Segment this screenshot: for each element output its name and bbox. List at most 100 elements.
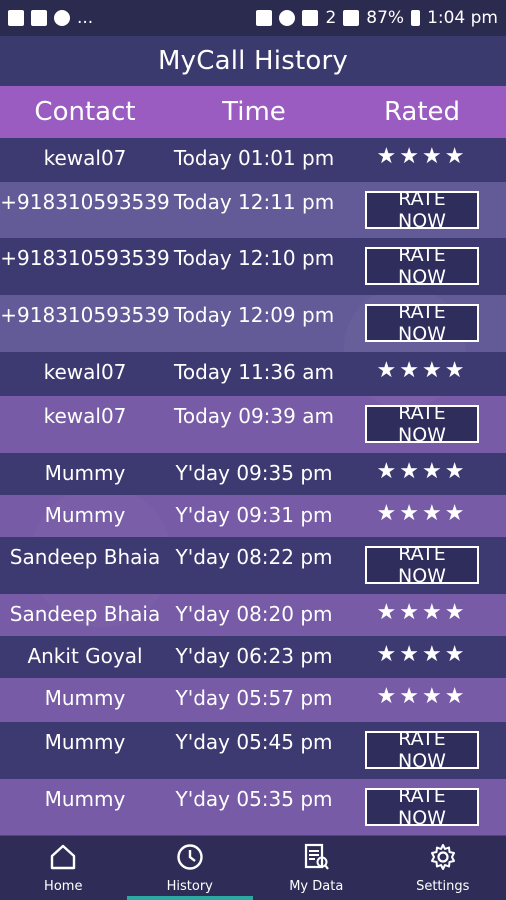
clock-time: 1:04 pm (427, 8, 498, 28)
call-time: Today 12:09 pm (173, 303, 335, 327)
call-time: Today 12:11 pm (173, 190, 335, 214)
nav-label: Settings (416, 879, 470, 894)
rating-cell: ★★★★ (338, 453, 506, 484)
nav-item-history[interactable]: History (126, 836, 254, 900)
contact-name: Mummy (44, 461, 126, 485)
call-time: Y'day 08:20 pm (175, 602, 333, 626)
wifi-icon (302, 10, 319, 26)
rate-now-button[interactable]: RATE NOW (365, 728, 479, 772)
contact-name: kewal07 (43, 404, 127, 428)
call-time: Y'day 06:23 pm (175, 644, 333, 668)
contact-name: Mummy (44, 730, 126, 754)
call-row[interactable]: Mummy Y'day 09:35 pm ★★★★ (0, 453, 506, 495)
call-time: Y'day 09:31 pm (175, 503, 333, 527)
rate-now-button[interactable]: RATE NOW (365, 402, 479, 446)
rating-cell: ★★★★ (338, 352, 506, 383)
rating-stars: ★★★★ (376, 358, 468, 383)
rating-stars: ★★★★ (376, 501, 468, 526)
rate-now-button[interactable]: RATE NOW (365, 188, 479, 232)
nav-label: History (166, 879, 213, 894)
rating-cell: ★★★★ (338, 636, 506, 667)
call-row[interactable]: Ankit Goyal Y'day 06:23 pm ★★★★ (0, 636, 506, 678)
rating-cell: RATE NOW (338, 396, 506, 446)
page-title: MyCall History (158, 46, 348, 76)
sim-indicator: 2 (325, 8, 337, 28)
rating-cell: RATE NOW (338, 537, 506, 587)
home-icon (48, 842, 78, 879)
rating-stars: ★★★★ (376, 144, 468, 169)
column-contact: Contact (34, 97, 136, 127)
call-row[interactable]: Mummy Y'day 09:31 pm ★★★★ (0, 495, 506, 537)
rate-now-button[interactable]: RATE NOW (365, 785, 479, 829)
call-row[interactable]: +918310593539 Today 12:09 pm RATE NOW (0, 295, 506, 352)
rating-cell: RATE NOW (338, 295, 506, 345)
call-row[interactable]: Sandeep Bhaia Y'day 08:22 pm RATE NOW (0, 537, 506, 594)
contact-name: Sandeep Bhaia (9, 545, 161, 569)
data-document-icon (301, 842, 331, 879)
nav-item-settings[interactable]: Settings (380, 836, 506, 900)
call-row[interactable]: Sandeep Bhaia Y'day 08:20 pm ★★★★ (0, 594, 506, 636)
call-time: Y'day 05:57 pm (175, 686, 333, 710)
clock-icon (175, 842, 205, 879)
call-time: Today 01:01 pm (173, 146, 335, 170)
nav-label: My Data (289, 879, 344, 894)
gear-icon (428, 842, 458, 879)
status-bar: ... 2 87% 1:04 pm (0, 0, 506, 36)
app-title-bar: MyCall History (0, 36, 506, 86)
call-time: Y'day 05:45 pm (175, 730, 333, 754)
contact-name: Sandeep Bhaia (9, 602, 161, 626)
rating-stars: ★★★★ (376, 642, 468, 667)
call-time: Y'day 08:22 pm (175, 545, 333, 569)
rate-now-button[interactable]: RATE NOW (365, 301, 479, 345)
contact-name: Mummy (44, 787, 126, 811)
rating-cell: ★★★★ (338, 678, 506, 709)
rating-cell: RATE NOW (338, 238, 506, 288)
rating-cell: ★★★★ (338, 495, 506, 526)
column-header: Contact Time Rated (0, 86, 506, 138)
contact-name: Mummy (44, 686, 126, 710)
chat-icon (8, 10, 24, 26)
rate-now-button[interactable]: RATE NOW (365, 244, 479, 288)
call-row[interactable]: kewal07 Today 11:36 am ★★★★ (0, 352, 506, 396)
nav-item-home[interactable]: Home (0, 836, 127, 900)
battery-percent: 87% (366, 8, 405, 28)
contact-name: Ankit Goyal (27, 644, 143, 668)
rating-cell: RATE NOW (338, 182, 506, 232)
contact-name: +918310593539 (0, 303, 170, 327)
nav-label: Home (44, 879, 83, 894)
signal-icon (343, 10, 360, 26)
contact-name: +918310593539 (0, 246, 170, 270)
contact-name: Mummy (44, 503, 126, 527)
call-time: Y'day 09:35 pm (175, 461, 333, 485)
call-history-list[interactable]: kewal07 Today 01:01 pm ★★★★ +918310593539 To… (0, 138, 506, 836)
call-time: Today 09:39 am (174, 404, 334, 428)
nav-item-my-data[interactable]: My Data (253, 836, 380, 900)
call-row[interactable]: Mummy Y'day 05:57 pm ★★★★ (0, 678, 506, 722)
call-row[interactable]: kewal07 Today 01:01 pm ★★★★ (0, 138, 506, 182)
rating-stars: ★★★★ (376, 600, 468, 625)
call-row[interactable]: +918310593539 Today 12:11 pm RATE NOW (0, 182, 506, 238)
status-right: 2 87% 1:04 pm (256, 8, 498, 28)
call-time: Y'day 05:35 pm (175, 787, 333, 811)
rating-cell: RATE NOW (338, 722, 506, 772)
rating-cell: ★★★★ (338, 594, 506, 625)
call-row[interactable]: Mummy Y'day 05:35 pm RATE NOW (0, 779, 506, 835)
rate-now-button[interactable]: RATE NOW (365, 543, 479, 587)
lock-icon (256, 10, 273, 26)
more-notifications: ... (77, 8, 94, 28)
call-row[interactable]: kewal07 Today 09:39 am RATE NOW (0, 396, 506, 453)
call-row[interactable]: +918310593539 Today 12:10 pm RATE NOW (0, 238, 506, 295)
status-left: ... (8, 8, 93, 28)
rating-cell: RATE NOW (338, 779, 506, 829)
call-time: Today 11:36 am (174, 360, 334, 384)
call-row[interactable]: Mummy Y'day 05:45 pm RATE NOW (0, 722, 506, 779)
image-icon (31, 10, 47, 26)
bottom-navigation: Home History My Data Settings (0, 836, 506, 900)
call-time: Today 12:10 pm (173, 246, 335, 270)
column-rated: Rated (383, 97, 461, 127)
alarm-icon (279, 10, 296, 26)
rating-cell: ★★★★ (338, 138, 506, 169)
contact-name: kewal07 (43, 360, 127, 384)
messenger-icon (54, 10, 70, 26)
rating-stars: ★★★★ (376, 684, 468, 709)
